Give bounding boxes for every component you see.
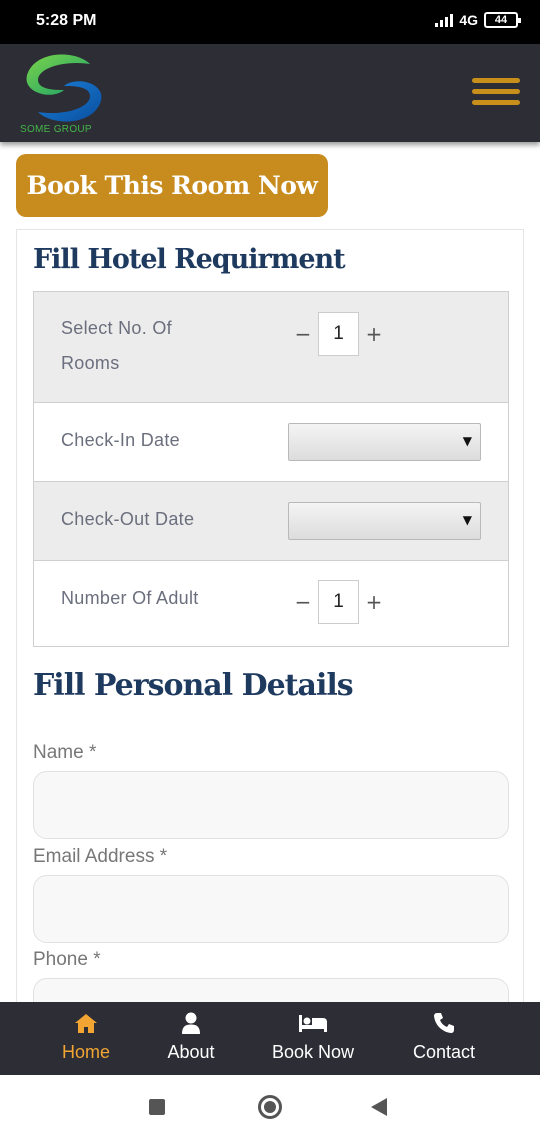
nav-item-contact[interactable]: Contact [398,1002,490,1075]
hotel-requirement-title: Fill Hotel Requirment [33,244,346,275]
bed-icon [299,1015,327,1032]
bottom-navigation: Home About Book Now Contact [0,1002,540,1075]
logo-mark-icon [26,54,102,122]
personal-details-title: Fill Personal Details [33,668,354,703]
status-time: 5:28 PM [36,12,97,29]
book-this-room-button[interactable]: Book This Room Now [16,154,328,217]
network-type: 4G [459,12,478,28]
adults-label: Number Of Adult [61,588,199,608]
nav-label-book-now: Book Now [271,1042,355,1062]
hamburger-menu-icon[interactable] [472,78,520,110]
nav-label-contact: Contact [412,1042,476,1062]
checkin-date-select[interactable]: ▼ [288,423,481,461]
checkout-row: Check-Out Date ▼ [34,482,508,561]
phone-label: Phone * [33,949,101,970]
chevron-down-icon: ▼ [462,434,472,448]
rooms-increment-button[interactable]: + [363,322,385,346]
email-label: Email Address * [33,846,168,867]
adults-row: Number Of Adult − 1 + [34,561,508,646]
nav-label-about: About [167,1042,215,1062]
adults-increment-button[interactable]: + [363,590,385,614]
logo-text: SOME GROUP [20,124,92,135]
logo[interactable]: SOME GROUP [20,50,110,136]
nav-item-book-now[interactable]: Book Now [262,1002,364,1075]
recents-icon[interactable] [149,1099,165,1115]
adults-decrement-button[interactable]: − [292,590,314,614]
home-icon [75,1014,97,1033]
rooms-stepper: − 1 + [292,312,385,356]
adults-stepper: − 1 + [292,580,385,624]
chevron-down-icon: ▼ [462,513,472,527]
back-triangle-icon[interactable] [371,1098,387,1116]
hotel-requirement-table: Select No. Of Rooms − 1 + Check-In Date … [33,291,509,647]
name-field[interactable] [33,771,509,839]
phone-icon [434,1013,454,1033]
rooms-decrement-button[interactable]: − [292,322,314,346]
battery-level: 44 [494,14,508,26]
app-header: SOME GROUP [0,44,540,142]
checkout-label: Check-Out Date [61,509,195,529]
home-circle-icon[interactable] [258,1095,282,1119]
checkin-row: Check-In Date ▼ [34,403,508,482]
nav-label-home: Home [61,1042,111,1062]
checkout-date-select[interactable]: ▼ [288,502,481,540]
user-icon [182,1012,200,1034]
adults-quantity-input[interactable]: 1 [318,580,359,624]
name-label: Name * [33,742,97,763]
system-navigation-bar [0,1075,540,1140]
rooms-row: Select No. Of Rooms − 1 + [34,292,508,403]
rooms-quantity-input[interactable]: 1 [318,312,359,356]
nav-item-home[interactable]: Home [50,1002,122,1075]
email-field[interactable] [33,875,509,943]
battery-icon: 44 [484,12,521,28]
booking-form-card: Fill Hotel Requirment Select No. Of Room… [16,229,524,1046]
rooms-label: Select No. Of Rooms [61,318,172,373]
nav-item-about[interactable]: About [155,1002,227,1075]
status-bar: 5:28 PM 4G 44 [0,0,540,44]
status-indicators: 4G 44 [435,12,521,28]
signal-icon [435,13,454,27]
checkin-label: Check-In Date [61,430,180,450]
